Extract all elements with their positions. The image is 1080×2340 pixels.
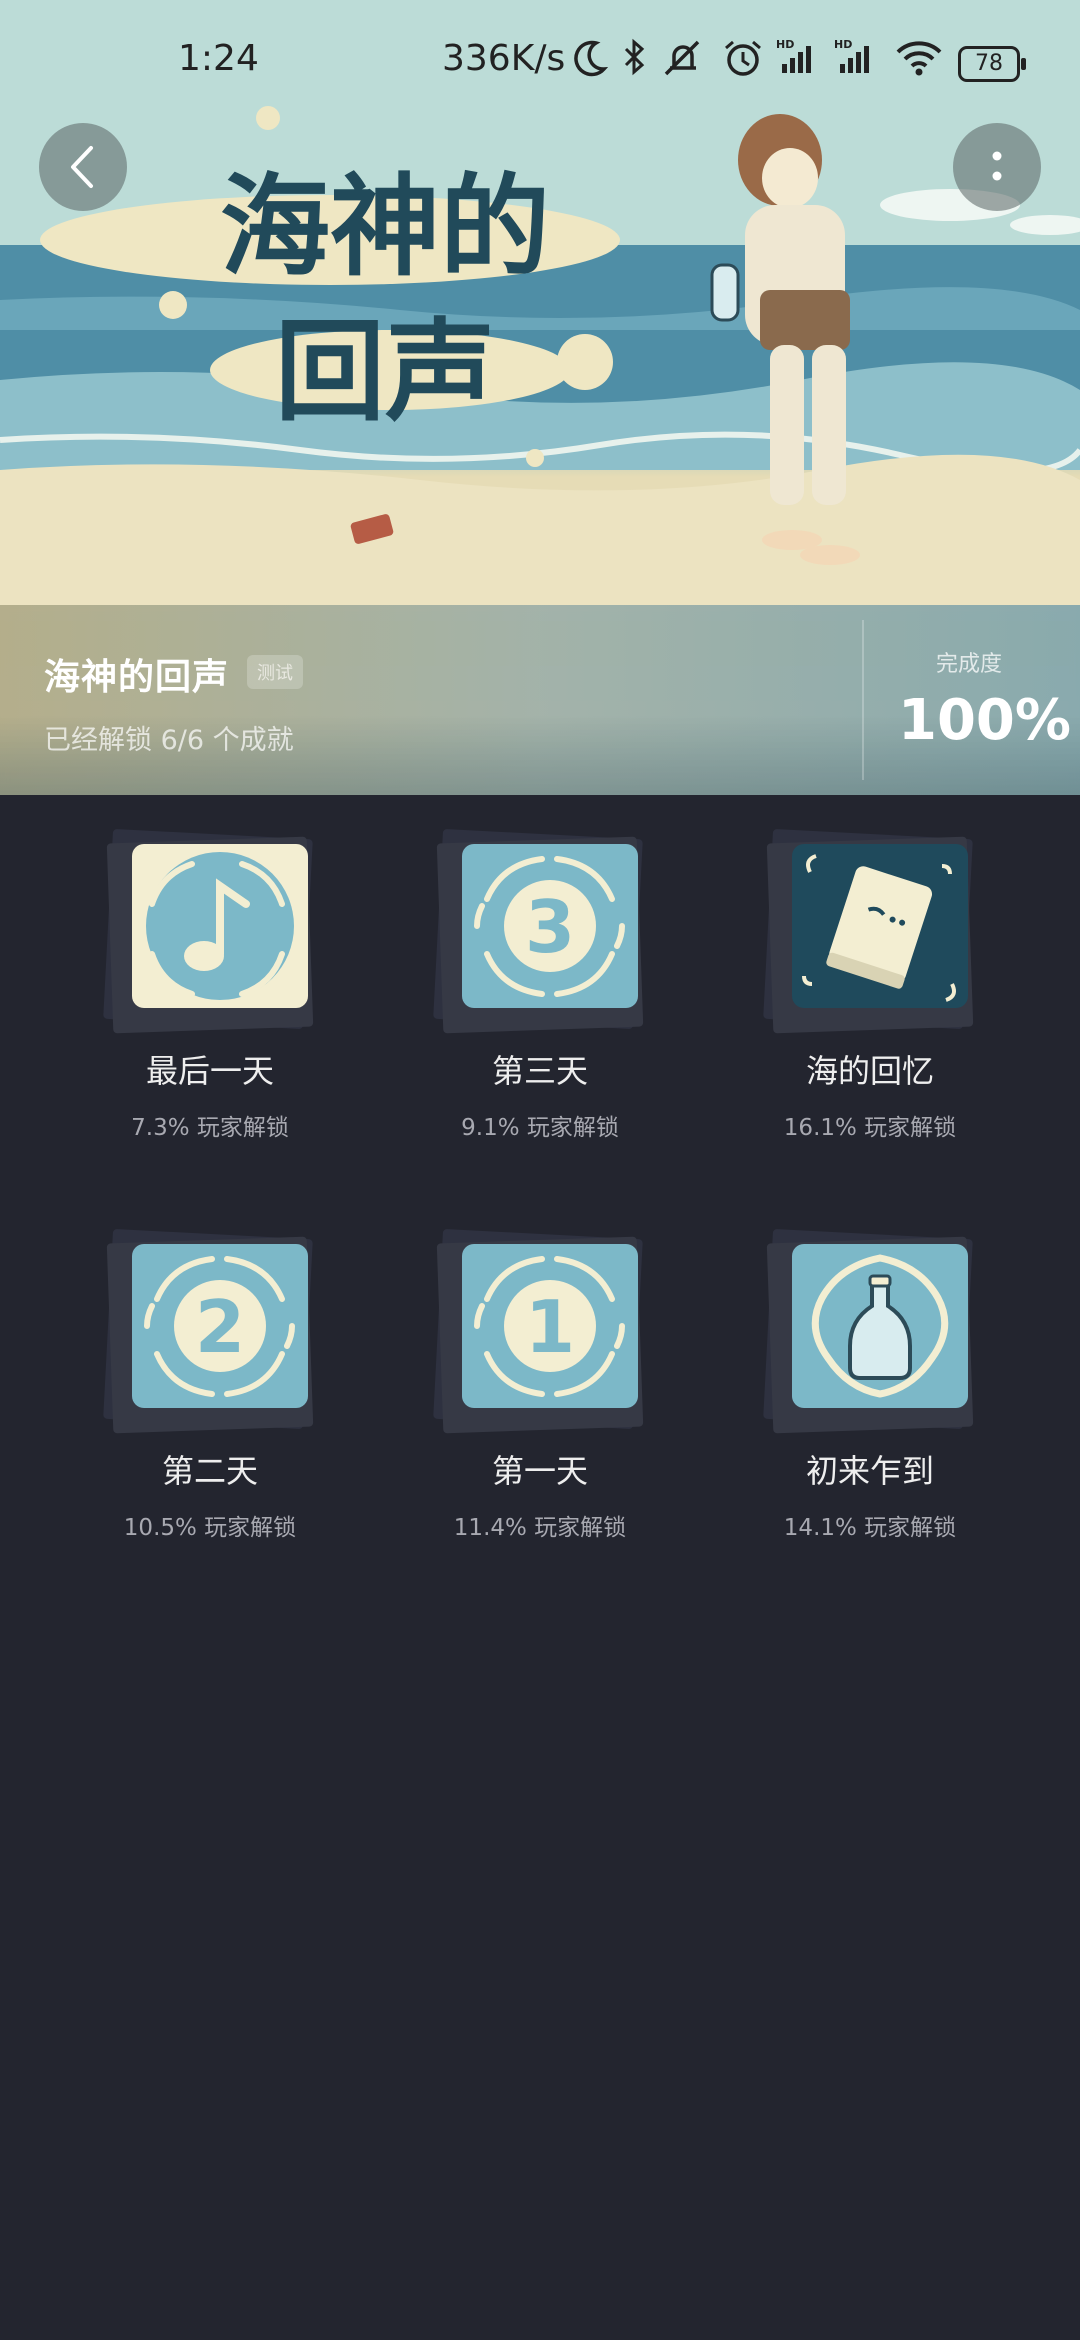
achievement-name: 第二天 [161, 1452, 258, 1490]
art-title-line2: 回声 [275, 308, 495, 436]
achievement-unlock-rate: 11.4% 玩家解锁 [453, 1515, 627, 1541]
art-title-line1: 海神的 [220, 163, 550, 291]
achievement-name: 初来乍到 [805, 1452, 934, 1490]
achievement-name: 最后一天 [145, 1052, 274, 1090]
more-options-button[interactable] [953, 123, 1041, 211]
number-1-icon: 1 [462, 1244, 638, 1408]
signal-hd-icon-2: HD [834, 38, 869, 73]
status-bar: 1:24 336K/s HD HD 78 [0, 0, 1080, 120]
bottle-icon [792, 1244, 968, 1408]
mute-notification-icon [664, 40, 700, 76]
svg-text:HD: HD [834, 38, 852, 51]
achievement-card[interactable]: 初来乍到 14.1% 玩家解锁 [720, 1228, 1020, 1560]
status-time: 1:24 [178, 38, 259, 79]
svg-text:3: 3 [525, 885, 575, 969]
number-2-icon: 2 [132, 1244, 308, 1408]
achievement-unlock-rate: 16.1% 玩家解锁 [783, 1115, 957, 1141]
more-vertical-icon [992, 151, 1002, 181]
test-badge: 测试 [247, 655, 303, 689]
battery-indicator: 78 [958, 46, 1026, 82]
achievement-unlock-rate: 9.1% 玩家解锁 [461, 1115, 619, 1141]
completion-label: 完成度 [936, 652, 1003, 677]
wifi-icon [896, 41, 942, 76]
book-icon [792, 844, 968, 1008]
hero-banner: 海神的 回声 海神的回声 测试 已经解锁 6/6 个成就 完成度 100% 1:… [0, 0, 1080, 795]
achievement-card[interactable]: 海的回忆 16.1% 玩家解锁 [720, 828, 1020, 1160]
bluetooth-icon [624, 38, 645, 76]
game-title: 海神的回声 [44, 657, 230, 698]
achievement-card[interactable]: 1 第一天 11.4% 玩家解锁 [390, 1228, 690, 1560]
moon-icon [574, 40, 608, 77]
achievement-card[interactable]: 2 第二天 10.5% 玩家解锁 [60, 1228, 360, 1560]
divider [862, 620, 864, 780]
achievement-unlock-rate: 14.1% 玩家解锁 [783, 1515, 957, 1541]
number-3-icon: 3 [462, 844, 638, 1008]
network-speed: 336K/s [442, 38, 566, 79]
svg-text:1: 1 [525, 1285, 575, 1369]
svg-text:2: 2 [195, 1285, 245, 1369]
music-note-icon [132, 844, 308, 1008]
achievement-unlock-rate: 10.5% 玩家解锁 [123, 1515, 297, 1541]
chevron-left-icon [71, 146, 93, 188]
achievement-name: 第一天 [491, 1452, 588, 1490]
completion-value: 100% [898, 688, 1072, 753]
svg-text:HD: HD [776, 38, 794, 51]
achievement-name: 第三天 [491, 1052, 588, 1090]
achievement-name: 海的回忆 [805, 1052, 934, 1090]
signal-hd-icon-1: HD [776, 38, 811, 73]
alarm-icon [725, 40, 761, 76]
achievement-card[interactable]: 3 第三天 9.1% 玩家解锁 [390, 828, 690, 1160]
unlock-summary: 已经解锁 6/6 个成就 [44, 725, 294, 756]
achievement-card[interactable]: 最后一天 7.3% 玩家解锁 [60, 828, 360, 1160]
achievement-unlock-rate: 7.3% 玩家解锁 [131, 1115, 289, 1141]
back-button[interactable] [39, 123, 127, 211]
